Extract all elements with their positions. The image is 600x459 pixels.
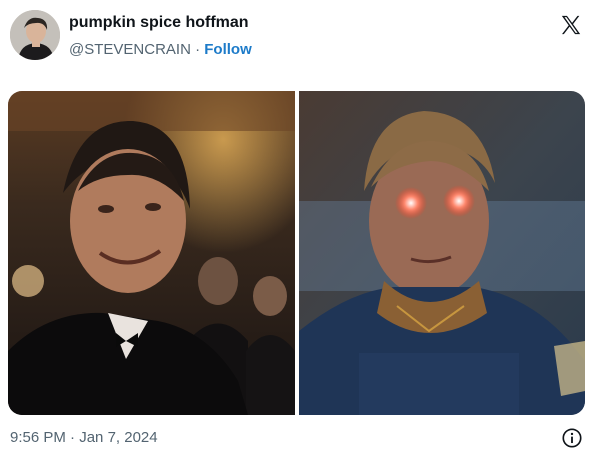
tweet-time[interactable]: 9:56 PM [10,429,66,446]
author-display-name[interactable]: pumpkin spice hoffman [69,14,249,32]
x-logo-icon[interactable] [560,14,582,36]
info-icon[interactable] [561,427,583,449]
tweet-date[interactable]: Jan 7, 2024 [79,429,157,446]
author-avatar[interactable] [10,10,60,60]
tweet-media[interactable] [8,91,585,415]
media-image-left[interactable] [8,91,295,415]
author-handle[interactable]: @STEVENCRAIN [69,41,191,58]
timestamp-separator: · [70,429,76,446]
author-handle-row: @STEVENCRAIN · Follow [69,41,252,58]
tweet-timestamp[interactable]: 9:56 PM · Jan 7, 2024 [10,429,158,446]
media-image-right[interactable] [299,91,585,415]
handle-separator: · [195,41,201,58]
follow-button[interactable]: Follow [204,41,252,58]
